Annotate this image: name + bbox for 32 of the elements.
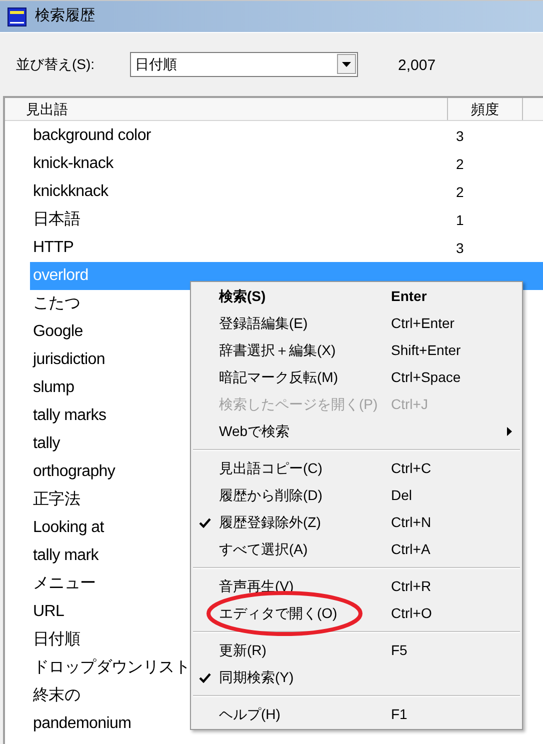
menu-item[interactable]: ヘルプ(H) F1 [191, 701, 522, 728]
list-item[interactable]: background color [30, 122, 450, 150]
menu-item[interactable]: 同期検索(Y) [191, 664, 522, 691]
frequency-cell-text: 1 [456, 210, 464, 230]
list-item[interactable]: HTTP [30, 234, 450, 262]
menu-item[interactable]: 履歴から削除(D) Del [191, 482, 522, 509]
sort-dropdown[interactable]: 日付順 [130, 52, 358, 76]
window-title: 検索履歴 [35, 6, 95, 26]
menu-item[interactable]: 暗記マーク反転(M) Ctrl+Space [191, 364, 522, 391]
column-header[interactable]: 見出語 [5, 98, 448, 120]
caret-icon [342, 62, 351, 66]
item-count: 2,007 [398, 56, 436, 76]
menu-item[interactable]: Webで検索 [191, 418, 522, 445]
frequency-cell-text: 3 [456, 238, 464, 258]
menu-item[interactable]: 辞書選択＋編集(X) Shift+Enter [191, 337, 522, 364]
dropdown-button[interactable] [337, 54, 356, 74]
list-item[interactable]: knick-knack [30, 150, 450, 178]
submenu-arrow-icon [507, 427, 512, 436]
menu-item[interactable]: エディタで開く(O) Ctrl+O [191, 600, 522, 627]
frequency-cell-text: 2 [456, 154, 464, 174]
menu-item[interactable]: 履歴登録除外(Z) Ctrl+N [191, 509, 522, 536]
menu-item[interactable]: 登録語編集(E) Ctrl+Enter [191, 310, 522, 337]
list-item[interactable]: knickknack [30, 178, 450, 206]
frequency-cell-text: 3 [456, 126, 464, 146]
menu-item[interactable]: すべて選択(A) Ctrl+A [191, 536, 522, 563]
menu-item[interactable]: 見出語コピー(C) Ctrl+C [191, 455, 522, 482]
frequency-cell-text: 2 [456, 182, 464, 202]
column-header[interactable]: 頻度 [448, 98, 523, 120]
list-item[interactable]: 日本語 [30, 206, 450, 234]
app-icon [7, 6, 27, 26]
sort-label: 並び替え(S): [16, 54, 96, 74]
menu-item[interactable]: 更新(R) F5 [191, 637, 522, 664]
